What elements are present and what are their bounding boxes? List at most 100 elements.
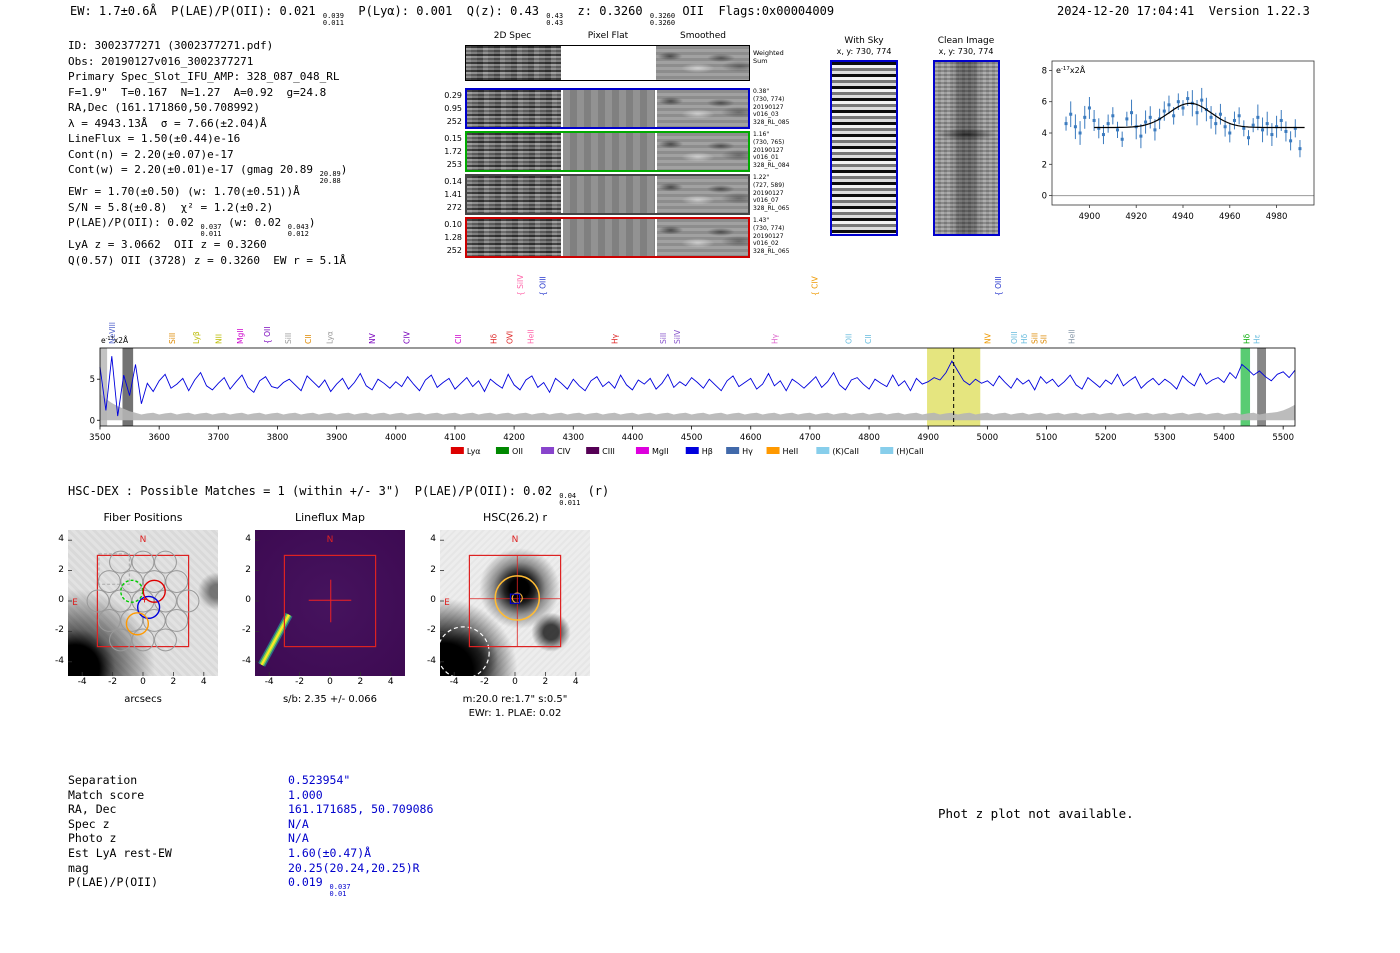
y-tick-label: 0 bbox=[1042, 192, 1047, 202]
info-line: Primary Spec_Slot_IFU_AMP: 328_087_048_R… bbox=[68, 69, 347, 85]
spectral-line-label: SiIV bbox=[673, 329, 682, 344]
y-tick-label: -4 bbox=[242, 655, 251, 666]
stacked-fraction: 0.43 0.43 bbox=[546, 13, 563, 26]
legend-item: (K)CaII bbox=[816, 447, 859, 456]
row-annotation: 20190127 bbox=[753, 146, 784, 154]
x-tick-label: 4000 bbox=[385, 433, 407, 443]
row-metric: 0.10 bbox=[444, 220, 462, 229]
fiber-circle bbox=[131, 628, 155, 652]
text-seg: LineFlux = 1.50(±0.44)e-16 bbox=[68, 132, 241, 145]
match-table-value: 0.019 0.037 0.01 bbox=[288, 875, 351, 897]
legend-swatch bbox=[766, 447, 780, 454]
col-header-pixel-flat: Pixel Flat bbox=[587, 31, 629, 41]
cutout-pixel-flat bbox=[563, 90, 655, 127]
text-seg: N/A bbox=[288, 816, 309, 831]
x-tick-label: 4200 bbox=[503, 433, 525, 443]
text-seg: Primary Spec_Slot_IFU_AMP: 328_087_048_R… bbox=[68, 70, 340, 83]
fiber-positions-title: Fiber Positions bbox=[103, 511, 183, 524]
cutout-2d-spec bbox=[467, 133, 561, 170]
y-tick-label: 0 bbox=[90, 416, 95, 426]
legend-item: (H)CaII bbox=[880, 447, 924, 456]
spectral-line-label: CIV bbox=[402, 331, 411, 344]
info-line: Obs: 20190127v016_3002377271 bbox=[68, 54, 347, 70]
fiber-xlabel: arcsecs bbox=[124, 694, 162, 705]
legend-label: CIV bbox=[557, 447, 571, 456]
stacked-fraction: 0.3260 0.3260 bbox=[650, 13, 675, 26]
info-line: P(LAE)/P(OII): 0.02 0.037 0.011 (w: 0.02 … bbox=[68, 215, 347, 237]
lineflux-map-overlay: N bbox=[255, 535, 392, 676]
x-tick-label: 3800 bbox=[267, 433, 289, 443]
cutout-row bbox=[465, 174, 750, 215]
row-annotation: (730, 774) bbox=[753, 95, 785, 103]
y-tick-label: 4 bbox=[430, 534, 436, 545]
hsc-cutout-title: HSC(26.2) r bbox=[482, 511, 548, 524]
row-metric: 0.14 bbox=[444, 177, 462, 186]
with-sky-image bbox=[830, 60, 898, 236]
info-line: S/N = 5.8(±0.8) χ² = 1.2(±0.2) bbox=[68, 200, 347, 216]
y-tick-label: 2 bbox=[245, 564, 251, 575]
cutout-row bbox=[465, 131, 750, 172]
x-tick-label: 4920 bbox=[1125, 212, 1147, 222]
text-seg: λ = 4943.13Å σ = 7.66(±2.04)Å bbox=[68, 116, 267, 130]
zoom-data-points bbox=[1064, 87, 1302, 158]
spectral-line-label: HeII bbox=[1067, 329, 1076, 344]
match-table-label: Match score bbox=[68, 787, 145, 802]
match-table-label: Spec z bbox=[68, 816, 110, 831]
cutout-2d-spec bbox=[467, 90, 561, 127]
y-tick-label: 2 bbox=[1042, 160, 1047, 170]
row-annotation: (727, 589) bbox=[753, 181, 785, 189]
legend-swatch bbox=[586, 447, 600, 454]
y-tick-label: 4 bbox=[245, 534, 251, 545]
header-summary-line: EW: 1.7±0.6Å P(LAE)/P(OII): 0.021 0.039 0… bbox=[70, 4, 834, 26]
stacked-fraction: 0.04 0.011 bbox=[559, 493, 580, 506]
x-tick-label: 3900 bbox=[326, 433, 348, 443]
header-datetime: 2024-12-20 17:04:41 Version 1.22.3 bbox=[1057, 4, 1310, 18]
info-line: EWr = 1.70(±0.50) (w: 1.70(±0.51))Å bbox=[68, 184, 347, 200]
north-label: N bbox=[512, 535, 519, 545]
fraction-bottom: 0.3260 bbox=[649, 18, 676, 27]
weighted-2d-segment bbox=[466, 46, 561, 80]
legend-label: (K)CaII bbox=[832, 447, 859, 456]
match-table-label: Est LyA rest-EW bbox=[68, 846, 172, 860]
info-line: F=1.9" T=0.167 N=1.27 A=0.92 g=24.8 bbox=[68, 85, 347, 101]
spectral-line-label: Hε bbox=[1253, 334, 1262, 344]
text-seg: 20.25(20.24,20.25)R bbox=[288, 860, 420, 875]
match-table-label: RA, Dec bbox=[68, 802, 117, 817]
legend-swatch bbox=[880, 447, 894, 454]
with-sky-coords: x, y: 730, 774 bbox=[836, 47, 892, 56]
col-header-2d-spec: 2D Spec bbox=[493, 31, 532, 41]
full-spectrum-plot: 3500 3600 3700 3800 3900 4000 4100 4200 4300 4400… bbox=[89, 274, 1296, 456]
x-tick-label: 4800 bbox=[858, 433, 880, 443]
spectral-line-label: { OIII bbox=[994, 276, 1003, 296]
x-tick-label: 4960 bbox=[1219, 212, 1241, 222]
weighted-flat-segment bbox=[561, 46, 656, 80]
row-annotation: v016_07 bbox=[753, 197, 779, 205]
match-table-value: 1.000 bbox=[288, 788, 323, 802]
hsc-caption-1: m:20.0 re:1.7" s:0.5" bbox=[462, 694, 568, 705]
lineflux-map-title: Lineflux Map bbox=[294, 511, 366, 524]
x-tick-label: 4900 bbox=[1079, 212, 1101, 222]
cutout-smoothed bbox=[657, 176, 748, 213]
text-seg: RA,Dec (161.171860,50.708992) bbox=[68, 101, 261, 114]
y-tick-label: -2 bbox=[242, 625, 251, 636]
x-tick-label: -4 bbox=[77, 677, 87, 687]
text-seg: S/N = 5.8(±0.8) χ² = 1.2(±0.2) bbox=[68, 200, 274, 214]
row-metric: 0.15 bbox=[444, 134, 462, 143]
neighbor-dashed-circle bbox=[440, 626, 490, 676]
row-annotation: 20190127 bbox=[753, 103, 784, 111]
lineflux-caption: s/b: 2.35 +/- 0.066 bbox=[282, 694, 378, 705]
x-tick-label: 3700 bbox=[207, 433, 229, 443]
text-seg: N/A bbox=[288, 831, 309, 846]
x-tick-label: -2 bbox=[480, 677, 490, 687]
col-header-smoothed: Smoothed bbox=[680, 31, 726, 41]
info-line: ID: 3002377271 (3002377271.pdf) bbox=[68, 38, 347, 54]
fiber-positions-overlay: NE bbox=[68, 535, 205, 676]
fiber-circle bbox=[86, 589, 110, 613]
x-tick-label: 4600 bbox=[740, 433, 762, 443]
legend-item: CIV bbox=[541, 447, 571, 456]
legend-swatch bbox=[541, 447, 555, 454]
spectral-line-label: Hδ bbox=[489, 333, 498, 344]
x-tick-label: 0 bbox=[512, 677, 518, 687]
fiber-circle bbox=[142, 609, 166, 632]
row-metric: 253 bbox=[446, 160, 462, 169]
